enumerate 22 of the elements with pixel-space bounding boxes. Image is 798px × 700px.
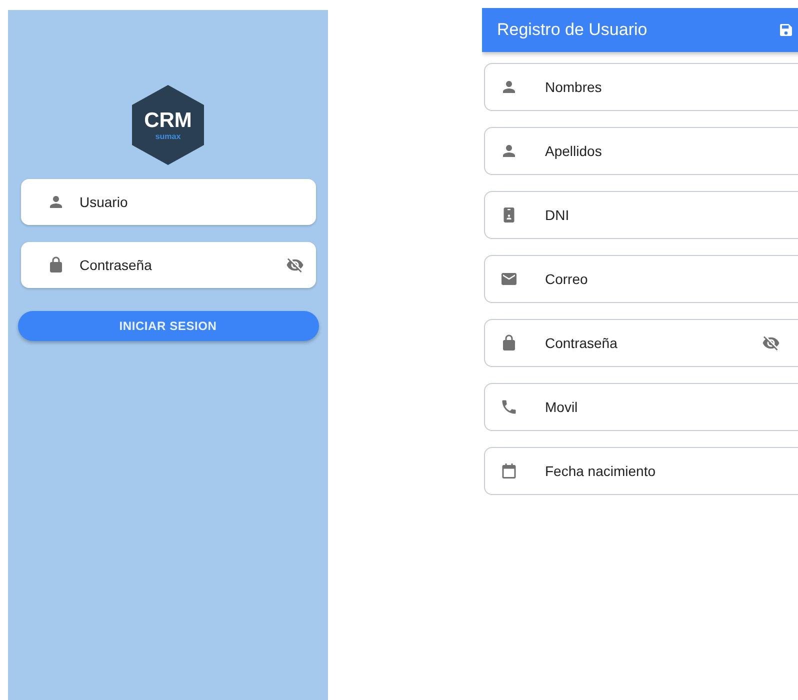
eye-slash-icon[interactable] bbox=[762, 334, 780, 352]
input-field[interactable]: Movil bbox=[484, 383, 798, 431]
password-field[interactable]: Contraseña bbox=[20, 242, 316, 288]
person-icon bbox=[500, 142, 518, 160]
envelope-icon bbox=[500, 270, 518, 288]
phone-icon bbox=[500, 398, 518, 416]
input-field[interactable]: Correo bbox=[484, 255, 798, 303]
eye-slash-icon[interactable] bbox=[286, 256, 304, 274]
screen-title: Registro de Usuario bbox=[497, 20, 648, 40]
input-field[interactable]: Fecha nacimiento bbox=[484, 447, 798, 495]
input-field[interactable]: DNI bbox=[484, 191, 798, 239]
logo-subtitle: sumax bbox=[155, 132, 181, 140]
input-field[interactable]: Apellidos bbox=[484, 127, 798, 175]
lock-icon bbox=[500, 334, 518, 352]
save-icon[interactable] bbox=[778, 22, 794, 38]
calendar-icon bbox=[500, 462, 518, 480]
logo-title: CRM bbox=[144, 110, 192, 132]
person-icon bbox=[500, 78, 518, 96]
input-field[interactable]: Nombres bbox=[484, 63, 798, 111]
login-button[interactable]: INICIAR SESION bbox=[18, 311, 318, 341]
input-field[interactable]: Contraseña bbox=[484, 319, 798, 367]
username-field[interactable]: Usuario bbox=[20, 179, 316, 225]
